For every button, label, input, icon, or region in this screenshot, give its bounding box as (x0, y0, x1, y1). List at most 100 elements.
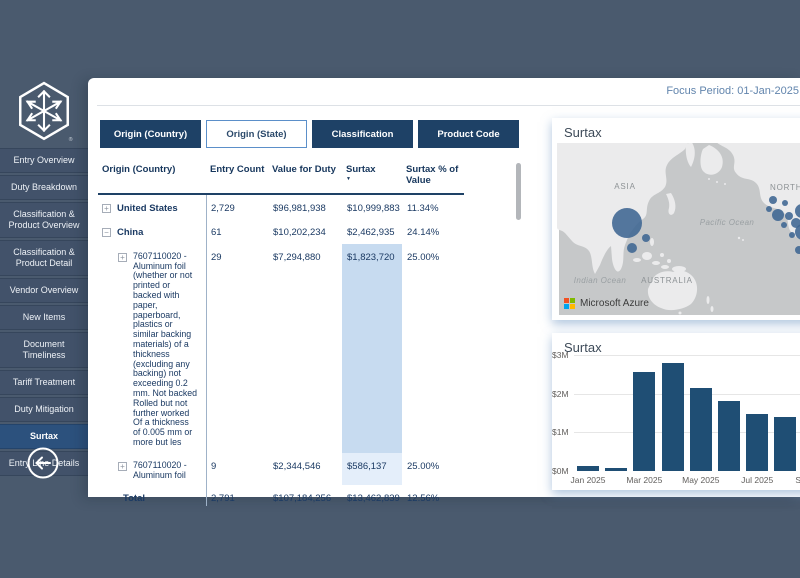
tab-classification[interactable]: Classification (312, 120, 413, 148)
map-bubble[interactable] (772, 209, 784, 221)
surtax-cell: $1,823,720 (342, 244, 402, 453)
column-separator (206, 195, 207, 506)
map-bubble[interactable] (769, 196, 777, 204)
svg-text:®: ® (69, 136, 73, 143)
map-bubble[interactable] (781, 222, 787, 228)
column-header-entry-count[interactable]: Entry Count (206, 164, 268, 186)
sidebar-item-document-timeliness[interactable]: Document Timeliness (0, 332, 88, 368)
value-for-duty-cell: $107,184,256 (268, 485, 342, 509)
expand-icon[interactable]: + (118, 253, 127, 262)
entry-count-cell: 29 (206, 244, 268, 453)
value-for-duty-cell: $10,202,234 (268, 219, 342, 243)
column-header-value-for-duty[interactable]: Value for Duty (268, 164, 342, 186)
surtax-cell: $2,462,935 (342, 219, 402, 243)
azure-attribution: Microsoft Azure (564, 298, 649, 309)
origin-cell: +United States (98, 195, 206, 219)
expand-icon[interactable]: + (118, 462, 127, 471)
microsoft-logo-icon (564, 298, 575, 309)
header-divider (97, 105, 800, 106)
surtax-pct-cell: 25.00% (402, 453, 482, 486)
y-axis-tick: $2M (552, 389, 572, 399)
sidebar-nav: Entry OverviewDuty BreakdownClassificati… (0, 148, 88, 478)
table-row-7607110020-aluminu[interactable]: +7607110020 - Aluminum foil (whether or … (98, 244, 490, 453)
sidebar-item-vendor-overview[interactable]: Vendor Overview (0, 278, 88, 303)
surtax-pct-cell: 25.00% (402, 244, 482, 453)
expand-icon[interactable]: + (102, 204, 111, 213)
table-row-total[interactable]: Total2,791$107,184,256$13,462,83912.56% (98, 485, 490, 509)
x-axis-tick: Jan 2025 (571, 475, 606, 485)
origin-cell: +7607110020 - Aluminum foil (98, 453, 206, 486)
surtax-map[interactable]: ASIANORTH AMERICAAUSTRALIAPacific OceanI… (557, 143, 800, 315)
entry-count-cell: 61 (206, 219, 268, 243)
y-axis-tick: $1M (552, 427, 572, 437)
column-header-surtax[interactable]: Surtax▼ (342, 164, 402, 186)
tab-origin-country[interactable]: Origin (Country) (100, 120, 201, 148)
sidebar-item-duty-breakdown[interactable]: Duty Breakdown (0, 175, 88, 200)
sidebar-item-new-items[interactable]: New Items (0, 305, 88, 330)
app-root: ® Entry OverviewDuty BreakdownClassifica… (0, 0, 800, 578)
map-bubble[interactable] (782, 200, 788, 206)
back-arrow-icon (37, 458, 51, 469)
table-row-7607110020-aluminu[interactable]: +7607110020 - Aluminum foil9$2,344,546$5… (98, 453, 490, 486)
origin-cell: Total (98, 485, 206, 509)
map-bubble[interactable] (789, 232, 795, 238)
main-panel: Focus Period: 01-Jan-2025 Origin (Countr… (88, 78, 800, 497)
table-body: +United States2,729$96,981,938$10,999,88… (98, 195, 490, 510)
table-row-china[interactable]: −China61$10,202,234$2,462,93524.14% (98, 219, 490, 243)
x-axis-tick: Mar 2025 (626, 475, 662, 485)
surtax-map-card: Surtax (552, 118, 800, 320)
sidebar-item-entry-overview[interactable]: Entry Overview (0, 148, 88, 173)
bar-jul-2025[interactable] (746, 414, 768, 471)
row-label: 7607110020 - Aluminum foil (whether or n… (133, 252, 202, 448)
map-label-australia: AUSTRALIA (641, 276, 693, 285)
map-bubble[interactable] (642, 234, 650, 242)
app-logo-icon: ® (14, 80, 74, 149)
attribution-text: Microsoft Azure (580, 298, 649, 309)
map-label-north-america: NORTH AMERICA (770, 183, 800, 192)
surtax-pct-cell: 24.14% (402, 219, 482, 243)
bar-jun-2025[interactable] (718, 401, 740, 471)
bar-feb-2025[interactable] (605, 468, 627, 471)
tab-product-code[interactable]: Product Code (418, 120, 519, 148)
sidebar-item-duty-mitigation[interactable]: Duty Mitigation (0, 397, 88, 422)
map-bubble[interactable] (627, 243, 637, 253)
value-for-duty-cell: $96,981,938 (268, 195, 342, 219)
map-bubble[interactable] (785, 212, 793, 220)
origin-table: Origin (Country)Entry CountValue for Dut… (98, 164, 490, 510)
bar-jan-2025[interactable] (577, 466, 599, 471)
table-scrollbar[interactable] (516, 163, 521, 220)
sidebar-item-classification-product-detail[interactable]: Classification & Product Detail (0, 240, 88, 276)
map-label-asia: ASIA (614, 182, 635, 191)
bar-aug-2025[interactable] (774, 417, 796, 471)
origin-cell: −China (98, 219, 206, 243)
gridline (574, 394, 800, 395)
value-for-duty-cell: $7,294,880 (268, 244, 342, 453)
surtax-bar-chart: $0M$1M$2M$3MJan 2025Mar 2025May 2025Jul … (552, 333, 800, 490)
sidebar-item-classification-product-overview[interactable]: Classification & Product Overview (0, 202, 88, 238)
filter-tabs: Origin (Country)Origin (State)Classifica… (100, 120, 519, 148)
focus-period-label: Focus Period: 01-Jan-2025 (666, 85, 799, 97)
sort-descending-icon: ▼ (346, 177, 402, 182)
x-axis-tick: May 2025 (682, 475, 719, 485)
table-row-united-states[interactable]: +United States2,729$96,981,938$10,999,88… (98, 195, 490, 219)
surtax-pct-cell: 12.56% (402, 485, 482, 509)
column-header-origin-country[interactable]: Origin (Country) (98, 164, 206, 186)
map-card-title: Surtax (552, 118, 800, 144)
x-axis-tick: Sep 2025 (795, 475, 800, 485)
map-bubble[interactable] (766, 206, 772, 212)
row-label: 7607110020 - Aluminum foil (133, 461, 202, 481)
tab-origin-state[interactable]: Origin (State) (206, 120, 307, 148)
map-label-indian-ocean: Indian Ocean (574, 276, 627, 285)
back-button[interactable] (26, 446, 60, 480)
collapse-icon[interactable]: − (102, 228, 111, 237)
bar-mar-2025[interactable] (633, 372, 655, 471)
y-axis-tick: $3M (552, 350, 572, 360)
map-bubble[interactable] (612, 208, 642, 238)
table-header-row: Origin (Country)Entry CountValue for Dut… (98, 164, 490, 193)
bar-apr-2025[interactable] (662, 363, 684, 471)
sidebar-item-tariff-treatment[interactable]: Tariff Treatment (0, 370, 88, 395)
bar-may-2025[interactable] (690, 388, 712, 471)
surtax-cell: $586,137 (342, 453, 402, 486)
column-header-surtax-of-value[interactable]: Surtax % of Value (402, 164, 482, 186)
x-axis-tick: Jul 2025 (741, 475, 773, 485)
